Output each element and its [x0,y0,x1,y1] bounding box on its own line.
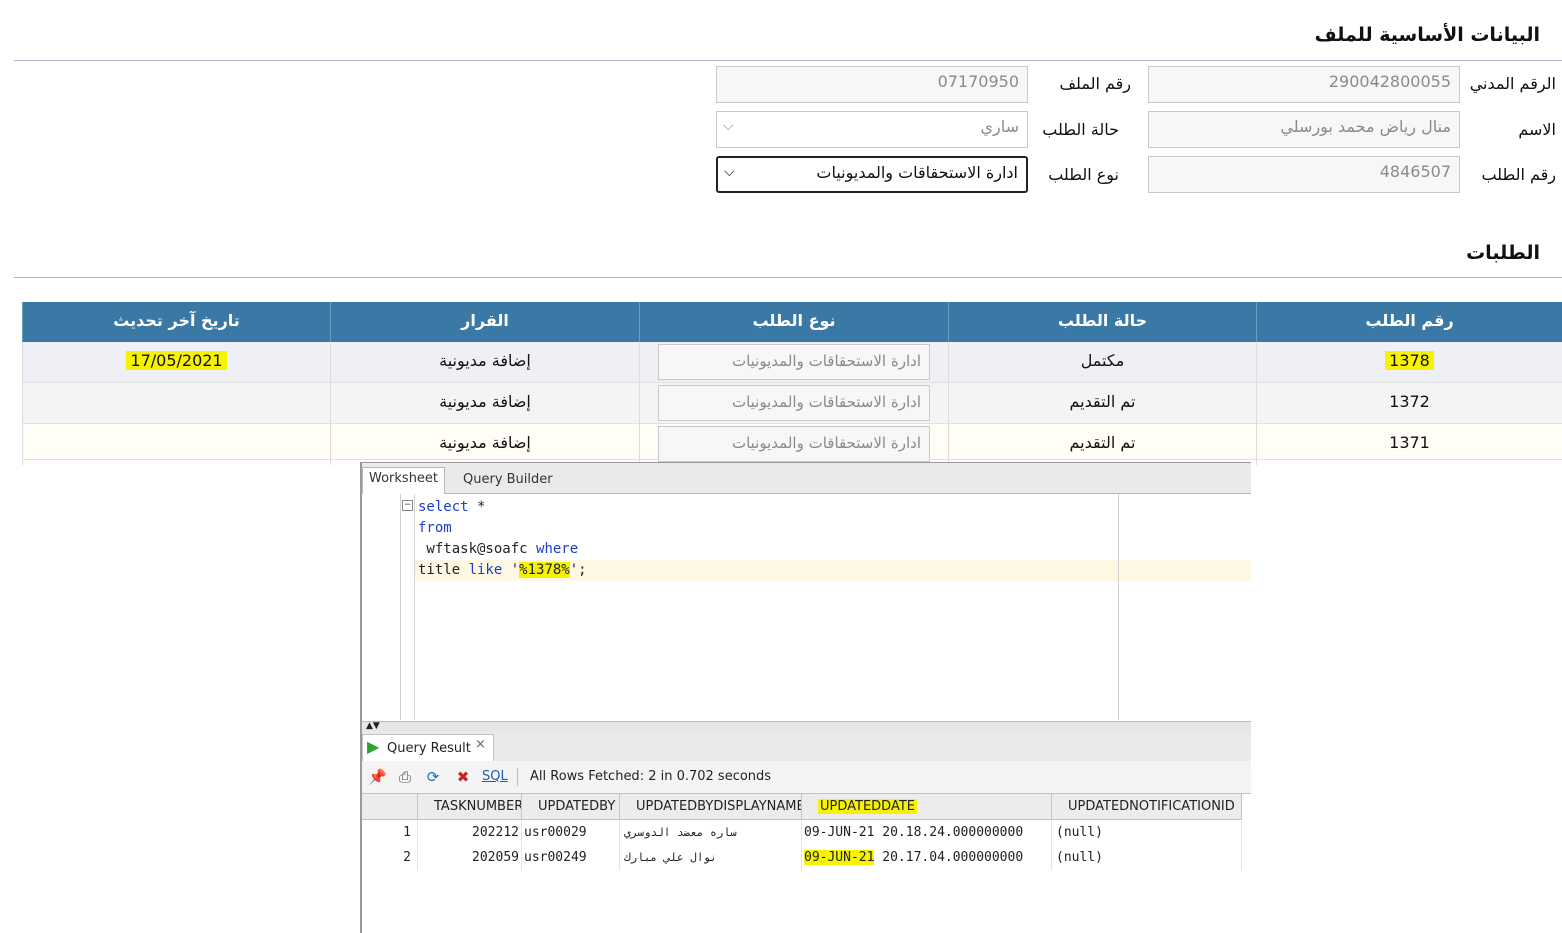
request-type-value: ادارة الاستحقاقات والمديونيات [816,163,1018,182]
request-status-cell: مكتمل [948,342,1256,383]
column-header-tasknumber[interactable]: TASKNUMBER [418,794,522,820]
civil-id-field[interactable]: 290042800055 [1148,66,1460,103]
chevron-down-icon: ⌵ [724,164,735,180]
collapse-icon[interactable]: − [402,500,413,511]
highlight-mark: UPDATEDDATE [818,799,918,814]
request-status-cell: تم التقديم [948,424,1256,465]
last-update-cell [22,424,330,465]
highlight-mark: 09-JUN-21 [804,850,875,865]
column-header-last-update[interactable]: تاريخ آخر تحديث [22,302,330,342]
request-type-cell: ادارة الاستحقاقات والمديونيات [639,342,948,383]
table-row[interactable]: 1372 تم التقديم ادارة الاستحقاقات والمدي… [22,383,1562,424]
fetch-status: All Rows Fetched: 2 in 0.702 seconds [530,769,772,784]
file-number-label: رقم الملف [1059,74,1131,93]
request-type-field[interactable]: ادارة الاستحقاقات والمديونيات [658,385,930,421]
toolbar-divider [517,768,518,786]
updatedby-cell[interactable]: usr00249 [522,846,620,870]
last-update-cell: 17/05/2021 [22,342,330,383]
request-status-value: ساري [980,117,1019,136]
requests-title: الطلبات [1466,242,1540,264]
refresh-icon[interactable]: ⟳ [424,768,442,786]
editor-tabs: Worksheet Query Builder [362,463,1251,494]
request-status-label: حالة الطلب [1042,120,1119,139]
decision-cell: إضافة مديونية [330,383,639,424]
close-icon[interactable]: × [475,737,486,752]
displayname-cell[interactable]: ساره معضد الدوسري [620,821,802,845]
name-label: الاسم [1518,120,1556,139]
request-type-field[interactable]: ادارة الاستحقاقات والمديونيات [658,426,930,462]
table-row[interactable]: 1371 تم التقديم ادارة الاستحقاقات والمدي… [22,424,1562,465]
request-type-select[interactable]: ادارة الاستحقاقات والمديونيات ⌵ [716,156,1028,193]
query-result-label: Query Result [387,741,471,756]
request-type-cell: ادارة الاستحقاقات والمديونيات [639,383,948,424]
sql-developer-window: Worksheet Query Builder − select * from … [360,462,1251,933]
displayname-cell[interactable]: نوال علي مبارك [620,846,802,870]
right-margin-line [1118,494,1119,720]
tab-worksheet[interactable]: Worksheet [362,467,446,494]
line-gutter [362,494,401,720]
sql-line-1[interactable]: select * [418,499,485,515]
sql-line-4[interactable]: title like '%1378%'; [418,562,587,578]
print-icon[interactable]: ⎙ [396,768,414,786]
row-number: 2 [362,846,418,870]
column-header-decision[interactable]: القرار [330,302,639,342]
result-tabs: ▶ Query Result × [362,731,1251,762]
chevron-down-icon: ⌵ [723,118,734,134]
request-type-label: نوع الطلب [1048,165,1119,184]
updateddate-cell[interactable]: 09-JUN-21 20.18.24.000000000 [802,821,1052,845]
basic-info-title: البيانات الأساسية للملف [1314,24,1540,46]
updatedby-cell[interactable]: usr00029 [522,821,620,845]
column-header-updatedby[interactable]: UPDATEDBY [522,794,620,820]
column-header-updatedbydisplayname[interactable]: UPDATEDBYDISPLAYNAME [620,794,802,820]
column-header-request-status[interactable]: حالة الطلب [948,302,1256,342]
tab-query-result[interactable]: ▶ Query Result × [362,734,494,762]
sql-line-2[interactable]: from [418,520,452,536]
column-header-updateddate[interactable]: UPDATEDDATE [802,794,1052,820]
request-status-select[interactable]: ساري ⌵ [716,111,1028,148]
sql-link[interactable]: SQL [482,769,508,784]
civil-id-label: الرقم المدني [1469,74,1556,93]
time-part: 20.17.04.000000000 [882,850,1024,865]
notificationid-cell[interactable]: (null) [1052,846,1242,870]
tab-query-builder[interactable]: Query Builder [463,469,553,493]
run-icon: ▶ [367,737,380,756]
section-divider [14,60,1562,61]
request-number-cell: 1378 [1256,342,1562,383]
column-header-request-type[interactable]: نوع الطلب [639,302,948,342]
column-header-request-number[interactable]: رقم الطلب [1256,302,1562,342]
row-number: 1 [362,821,418,845]
date-part: 09-JUN-21 [804,825,875,840]
tasknumber-cell[interactable]: 202059 [418,846,522,870]
request-status-cell: تم التقديم [948,383,1256,424]
highlight-mark: 1378 [1385,351,1434,370]
highlight-mark: 17/05/2021 [126,351,227,370]
request-type-cell: ادارة الاستحقاقات والمديونيات [639,424,948,465]
updateddate-cell[interactable]: 09-JUN-21 20.17.04.000000000 [802,846,1052,870]
highlight-mark: %1378% [519,562,570,578]
pin-icon[interactable]: 📌 [368,768,387,786]
request-number-field[interactable]: 4846507 [1148,156,1460,193]
notificationid-cell[interactable]: (null) [1052,821,1242,845]
decision-cell: إضافة مديونية [330,424,639,465]
table-row[interactable]: 1378 مكتمل ادارة الاستحقاقات والمديونيات… [22,342,1562,383]
request-number-cell: 1371 [1256,424,1562,465]
cancel-icon[interactable]: ✖ [454,768,472,786]
file-number-field[interactable]: 07170950 [716,66,1028,103]
tasknumber-cell[interactable]: 202212 [418,821,522,845]
column-header-updatednotificationid[interactable]: UPDATEDNOTIFICATIONID [1052,794,1242,820]
request-number-label: رقم الطلب [1481,165,1556,184]
split-arrows-icon[interactable]: ▲▼ [366,721,380,731]
last-update-cell [22,383,330,424]
name-field[interactable]: منال رياض محمد بورسلي [1148,111,1460,148]
request-number-cell: 1372 [1256,383,1562,424]
sql-line-3[interactable]: wftask@soafc where [418,541,578,557]
table-header: رقم الطلب حالة الطلب نوع الطلب القرار تا… [22,302,1562,342]
time-part: 20.18.24.000000000 [882,825,1024,840]
row-number-header [362,794,418,820]
fold-gutter [414,494,415,720]
result-toolbar: 📌 ⎙ ⟳ ✖ SQL All Rows Fetched: 2 in 0.702… [362,761,1251,794]
section-divider [14,277,1562,278]
decision-cell: إضافة مديونية [330,342,639,383]
request-type-field[interactable]: ادارة الاستحقاقات والمديونيات [658,344,930,380]
